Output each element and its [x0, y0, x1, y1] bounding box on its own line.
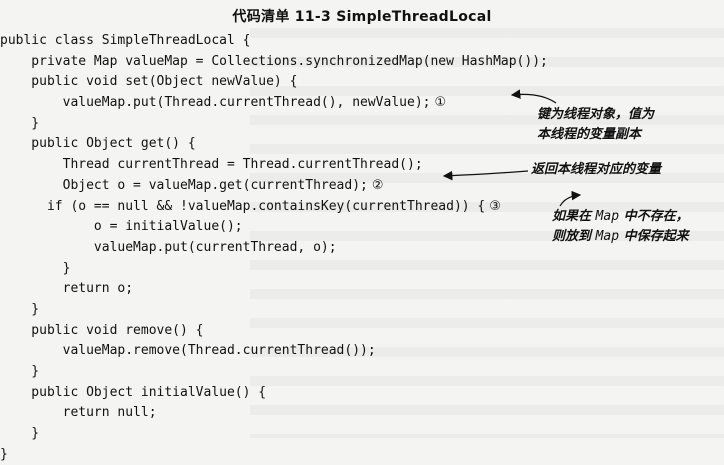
annotation-1: 键为线程对象，值为 本线程的变量副本 [537, 105, 654, 145]
code-line-21: } [0, 445, 548, 465]
code-text: } [0, 301, 40, 317]
code-text: valueMap.put(currentThread, o); [0, 239, 337, 255]
code-text: if (o == null && !valueMap.containsKey(c… [0, 198, 486, 214]
annotation-3-line-1: 如果在 Map 中不存在， [552, 207, 689, 227]
annotation-3-code: Map [595, 209, 620, 224]
code-text: } [0, 446, 8, 462]
annotation-2: 返回本线程对应的变量 [531, 160, 661, 180]
code-text: valueMap.remove(Thread.currentThread()); [0, 343, 376, 359]
code-text: } [0, 364, 40, 379]
code-text: return o; [0, 281, 134, 297]
code-line-18: public Object initialValue() { [0, 383, 548, 404]
code-line-11: valueMap.put(currentThread, o); [0, 238, 548, 259]
code-line-6: public Object get() { [0, 134, 548, 155]
annotation-3-code: Map [595, 229, 620, 244]
marker-1: ① [434, 95, 447, 111]
code-listing: public class SimpleThreadLocal { private… [0, 31, 548, 465]
annotation-3-line-2: 则放到 Map 中保存起来 [552, 227, 689, 247]
marker-2: ② [371, 177, 384, 193]
code-text: valueMap.put(Thread.currentThread(), new… [0, 95, 431, 111]
annotation-3: 如果在 Map 中不存在， 则放到 Map 中保存起来 [552, 207, 689, 247]
code-text: } [0, 260, 71, 276]
code-line-17: } [0, 362, 548, 383]
code-text: Thread currentThread = Thread.currentThr… [0, 157, 423, 173]
code-line-10: o = initialValue(); [0, 217, 548, 238]
code-line-8: Object o = valueMap.get(currentThread); ② [0, 176, 548, 197]
code-line-3: public void set(Object newValue) { [0, 72, 548, 93]
code-line-9: if (o == null && !valueMap.containsKey(c… [0, 197, 548, 218]
code-text: } [0, 115, 40, 131]
code-text: return null; [0, 405, 157, 421]
annotation-3-text: 中保存起来 [623, 229, 689, 244]
code-line-12: } [0, 259, 548, 280]
code-line-1: public class SimpleThreadLocal { [0, 31, 548, 52]
arrow-3 [559, 190, 582, 207]
code-line-2: private Map valueMap = Collections.synch… [0, 52, 548, 73]
code-text: } [0, 426, 40, 442]
code-line-5: } [0, 114, 548, 135]
annotation-3-text: 如果在 [552, 209, 592, 224]
marker-3: ③ [489, 198, 501, 214]
code-text: o = initialValue(); [0, 219, 243, 235]
code-line-4: valueMap.put(Thread.currentThread(), new… [0, 93, 548, 114]
code-line-19: return null; [0, 403, 548, 424]
code-line-13: return o; [0, 279, 548, 300]
annotation-2-line-1: 返回本线程对应的变量 [531, 162, 662, 177]
code-line-14: } [0, 300, 548, 321]
code-text: public class SimpleThreadLocal { [0, 33, 251, 48]
code-text: private Map valueMap = Collections.synch… [0, 53, 548, 69]
listing-title: 代码清单 11-3 SimpleThreadLocal [232, 9, 492, 25]
code-text: public Object initialValue() { [0, 384, 267, 400]
annotation-3-text: 则放到 [552, 229, 592, 244]
code-text: public Object get() { [0, 136, 196, 152]
code-line-7: Thread currentThread = Thread.currentThr… [0, 155, 548, 176]
annotation-1-line-1: 键为线程对象，值为 [537, 107, 655, 122]
annotation-1-line-2: 本线程的变量副本 [537, 127, 642, 142]
code-text: public void remove() { [0, 322, 204, 338]
annotation-3-text: 中不存在， [623, 209, 689, 224]
code-line-16: valueMap.remove(Thread.currentThread()); [0, 341, 548, 362]
code-line-20: } [0, 424, 548, 445]
code-line-15: public void remove() { [0, 321, 548, 342]
code-text: Object o = valueMap.get(currentThread); [0, 177, 368, 193]
code-text: public void set(Object newValue) { [0, 74, 298, 90]
